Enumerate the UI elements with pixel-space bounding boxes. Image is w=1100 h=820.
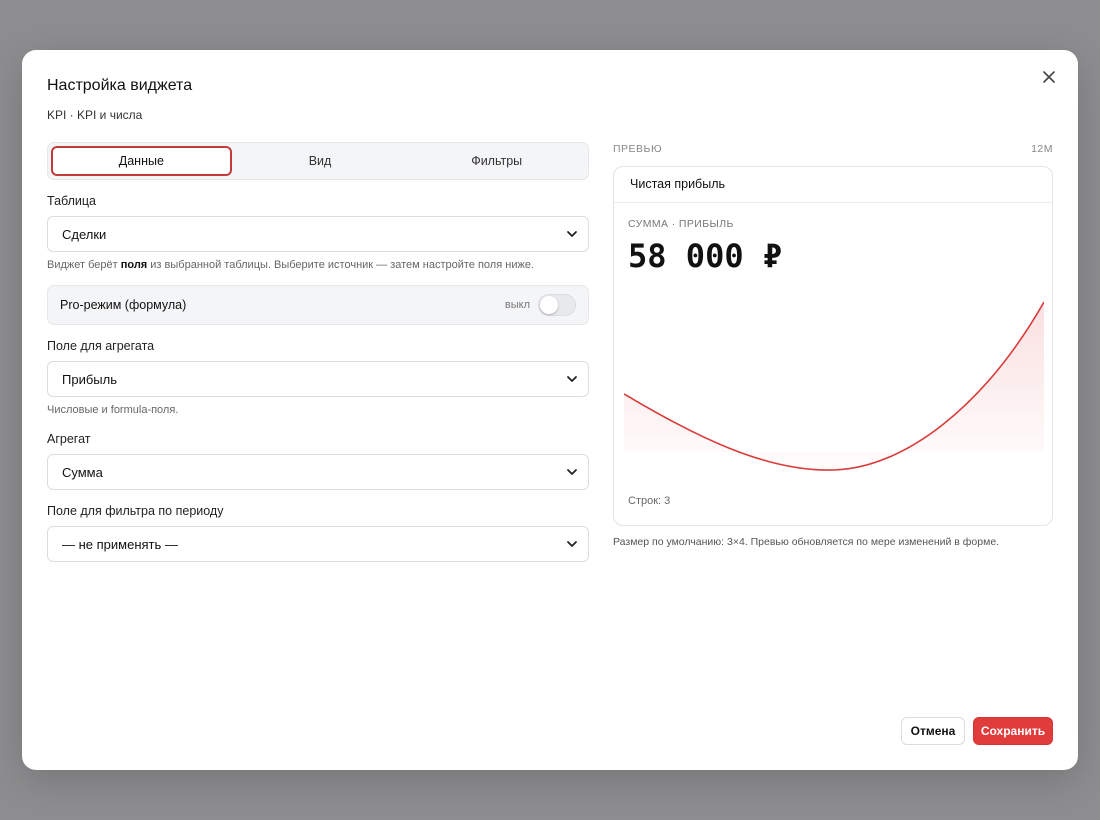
agg-field-label: Поле для агрегата [47, 339, 155, 353]
tab-bar: Данные Вид Фильтры [47, 142, 589, 180]
tab-view[interactable]: Вид [232, 146, 409, 176]
pro-mode-label: Pro-режим (формула) [60, 298, 187, 312]
preview-hint: Размер по умолчанию: 3×4. Превью обновля… [613, 536, 1000, 548]
table-select-value: Сделки [62, 226, 107, 242]
close-icon[interactable] [1038, 66, 1060, 88]
pro-mode-toggle[interactable] [538, 294, 576, 316]
chevron-down-icon [567, 541, 577, 547]
agg-field-select[interactable]: Прибыль [47, 361, 589, 397]
agg-field-hint: Числовые и formula-поля. [47, 404, 179, 416]
period-field-value: — не применять — [62, 536, 178, 552]
dialog-title: Настройка виджета [47, 77, 193, 94]
chevron-down-icon [567, 469, 577, 475]
period-field-label: Поле для фильтра по периоду [47, 504, 224, 518]
aggregate-select[interactable]: Сумма [47, 454, 589, 490]
save-button[interactable]: Сохранить [973, 717, 1053, 745]
agg-field-value: Прибыль [62, 371, 117, 387]
aggregate-value: Сумма [62, 464, 103, 480]
table-select[interactable]: Сделки [47, 216, 589, 252]
sparkline-chart [624, 301, 1044, 471]
sparkline-area [624, 302, 1044, 471]
preview-card: Чистая прибыль СУММА · ПРИБЫЛЬ 58 000 ₽ … [613, 166, 1053, 526]
pro-mode-row: Pro-режим (формула) выкл [47, 285, 589, 325]
chevron-down-icon [567, 376, 577, 382]
chevron-down-icon [567, 231, 577, 237]
toggle-knob [540, 296, 558, 314]
preview-card-title: Чистая прибыль [614, 167, 1052, 203]
table-label: Таблица [47, 194, 97, 208]
table-hint: Виджет берёт поля из выбранной таблицы. … [47, 259, 534, 271]
pro-mode-state: выкл [504, 299, 530, 311]
tab-filters[interactable]: Фильтры [408, 146, 585, 176]
metric-label: СУММА · ПРИБЫЛЬ [628, 218, 734, 230]
dialog-subtitle: KPI · KPI и числа [47, 108, 143, 122]
preview-heading: ПРЕВЬЮ 12M [613, 143, 1053, 155]
period-field-select[interactable]: — не применять — [47, 526, 589, 562]
preview-size-label: 12M [1031, 143, 1053, 155]
widget-settings-dialog: Настройка виджета KPI · KPI и числа Данн… [22, 50, 1078, 770]
metric-value: 58 000 ₽ [628, 237, 783, 275]
preview-heading-label: ПРЕВЬЮ [613, 143, 663, 155]
row-count: Строк: 3 [628, 495, 671, 507]
tab-data[interactable]: Данные [51, 146, 232, 176]
cancel-button[interactable]: Отмена [901, 717, 965, 745]
aggregate-label: Агрегат [47, 432, 91, 446]
